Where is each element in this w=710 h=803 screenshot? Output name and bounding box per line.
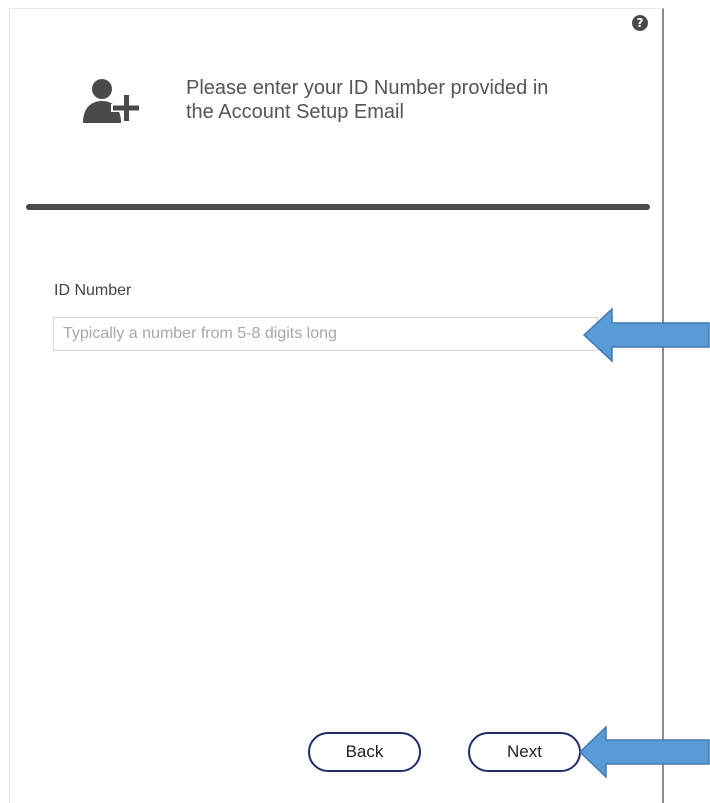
left-arrow-icon xyxy=(582,307,710,363)
account-setup-panel xyxy=(9,8,664,803)
id-number-input[interactable] xyxy=(53,317,598,351)
setup-instructions: Please enter your ID Number provided in … xyxy=(186,76,626,124)
next-button[interactable]: Next xyxy=(468,732,581,772)
id-number-label: ID Number xyxy=(54,282,132,299)
page: ? Please enter your ID Number provided i… xyxy=(0,0,710,803)
instructions-line-1: Please enter your ID Number provided in xyxy=(186,77,549,99)
back-button[interactable]: Back xyxy=(308,732,421,772)
header-divider xyxy=(26,204,650,210)
left-arrow-icon xyxy=(578,725,710,779)
help-icon[interactable]: ? xyxy=(632,15,648,31)
user-plus-icon xyxy=(83,79,141,123)
instructions-line-2: the Account Setup Email xyxy=(186,101,404,123)
